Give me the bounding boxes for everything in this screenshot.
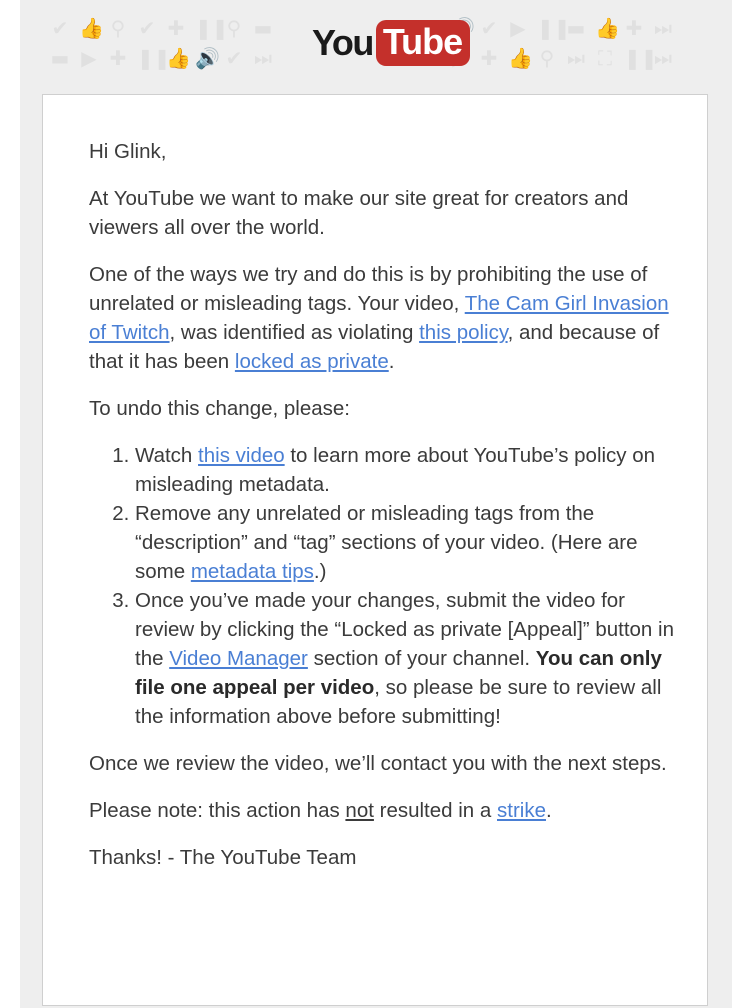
header-pattern-bottom-left: ▬ ▶ ✚ ❚❚ 👍 🔊 ✔ ⏭: [50, 46, 273, 70]
this-video-link[interactable]: this video: [198, 444, 285, 467]
email-background: ✔ 👍 ⚲ ✔ ✚ ❚❚ ⚲ ▬ ▬ ▶ ✚ ❚❚ 👍 🔊 ✔ ⏭ 🔊 ✔ ▶ …: [20, 0, 732, 1008]
strike-note-paragraph: Please note: this action has not resulte…: [89, 796, 679, 825]
search-icon: ⚲: [226, 16, 242, 40]
step-3: Once you’ve made your changes, submit th…: [135, 586, 679, 731]
signoff: Thanks! - The YouTube Team: [89, 846, 357, 869]
pause-icon: ❚❚: [537, 16, 571, 40]
comment-icon: ▬: [253, 16, 273, 40]
plus-icon: ✚: [480, 46, 498, 70]
plus-icon: ✚: [167, 16, 185, 40]
check-icon: ✔: [225, 46, 243, 70]
comment-icon: ▬: [566, 16, 586, 40]
policy-link[interactable]: this policy: [419, 321, 508, 344]
check-icon: ✔: [480, 16, 498, 40]
undo-heading: To undo this change, please:: [89, 397, 350, 420]
video-manager-link[interactable]: Video Manager: [169, 647, 308, 670]
thumbs-up-icon: 👍: [595, 16, 620, 40]
thumbs-up-icon: 👍: [508, 46, 533, 70]
thumbs-up-icon: 👍: [166, 46, 191, 70]
pause-icon: ❚❚: [137, 46, 171, 70]
next-icon: ⏭: [654, 46, 672, 70]
not-emphasis: not: [345, 799, 374, 822]
step-2-text-b: .): [313, 560, 327, 583]
header-pattern-top-left: ✔ 👍 ⚲ ✔ ✚ ❚❚ ⚲ ▬: [50, 16, 273, 40]
next-steps-paragraph: Once we review the video, we’ll contact …: [89, 752, 667, 775]
strike-note-text-3: .: [545, 799, 552, 822]
header-pattern-top-right: 🔊 ✔ ▶ ❚❚ ▬ 👍 ✚ ⏭: [450, 16, 673, 40]
strike-note-text-1: Please note: this action has: [89, 799, 346, 822]
thumbs-up-icon: 👍: [79, 16, 104, 40]
comment-icon: ▬: [50, 46, 70, 70]
email-body: Hi Glink, At YouTube we want to make our…: [89, 137, 679, 890]
next-icon: ⏭: [567, 46, 585, 70]
play-icon: ▶: [510, 16, 526, 40]
email-card: Hi Glink, At YouTube we want to make our…: [42, 94, 708, 1006]
youtube-logo: You Tube: [312, 19, 471, 67]
pause-icon: ❚❚: [624, 46, 658, 70]
step-3-text-b: section of your channel.: [307, 647, 536, 670]
violation-paragraph: One of the ways we try and do this is by…: [89, 260, 679, 376]
violation-text-2: , was identified as violating: [169, 321, 420, 344]
step-1: Watch this video to learn more about You…: [135, 441, 679, 499]
email-header: ✔ 👍 ⚲ ✔ ✚ ❚❚ ⚲ ▬ ▬ ▶ ✚ ❚❚ 👍 🔊 ✔ ⏭ 🔊 ✔ ▶ …: [20, 0, 732, 94]
locked-as-private-link[interactable]: locked as private: [235, 350, 389, 373]
metadata-tips-link[interactable]: metadata tips: [191, 560, 314, 583]
next-icon: ⏭: [654, 16, 672, 40]
steps-list: Watch this video to learn more about You…: [89, 441, 679, 731]
check-icon: ✔: [51, 16, 69, 40]
strike-note-text-2: resulted in a: [373, 799, 497, 822]
volume-icon: 🔊: [195, 46, 220, 70]
strike-link[interactable]: strike: [497, 799, 546, 822]
next-icon: ⏭: [254, 46, 272, 70]
plus-icon: ✚: [625, 16, 643, 40]
search-icon: ⚲: [110, 16, 126, 40]
header-pattern-bottom-right: ▶ ✚ 👍 ⚲ ⏭ ⛶ ❚❚ ⏭: [450, 46, 673, 70]
play-icon: ▶: [81, 46, 97, 70]
step-2: Remove any unrelated or misleading tags …: [135, 499, 679, 586]
pause-icon: ❚❚: [195, 16, 229, 40]
intro-paragraph: At YouTube we want to make our site grea…: [89, 187, 629, 239]
violation-text-4: .: [388, 350, 395, 373]
check-icon: ✔: [138, 16, 156, 40]
step-1-text-a: Watch: [135, 444, 199, 467]
logo-tube-text: Tube: [375, 20, 471, 66]
search-icon: ⚲: [539, 46, 555, 70]
greeting: Hi Glink,: [89, 140, 167, 163]
fullscreen-icon: ⛶: [598, 46, 612, 70]
logo-you-text: You: [312, 22, 374, 63]
plus-icon: ✚: [109, 46, 127, 70]
